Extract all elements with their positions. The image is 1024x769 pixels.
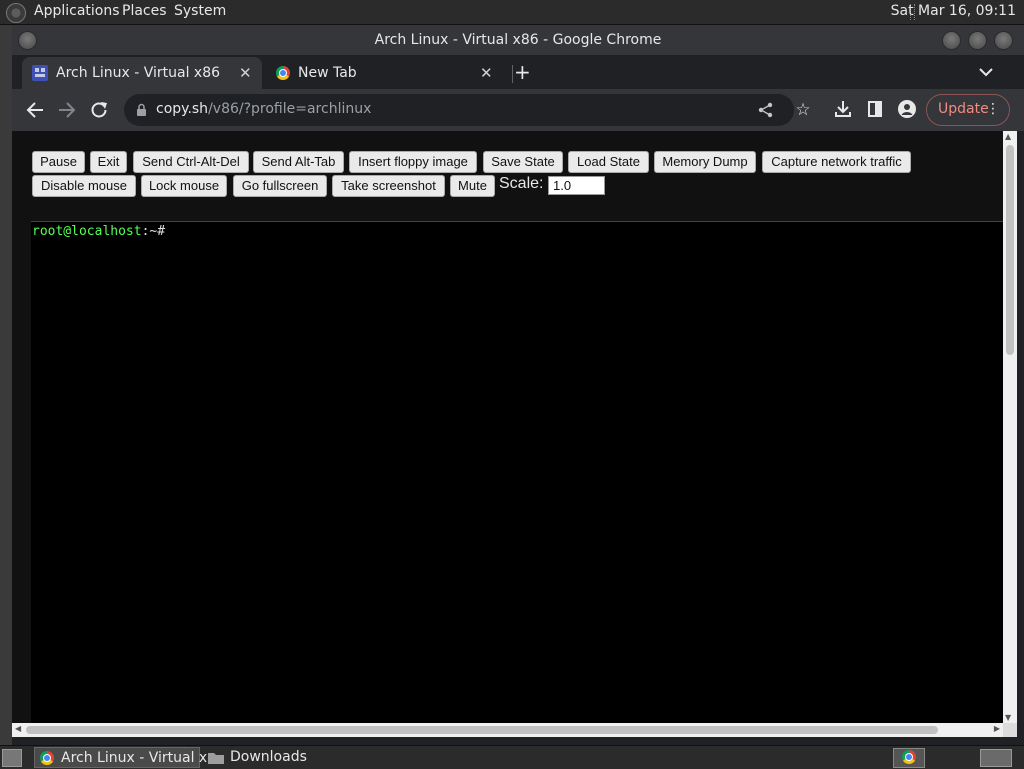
taskbar-item-label: Downloads [230, 749, 307, 765]
update-button[interactable]: Update ⋮ [926, 94, 1010, 126]
scroll-right-icon[interactable]: ▶ [994, 724, 1000, 733]
pause-button[interactable]: Pause [32, 151, 85, 173]
minimize-icon[interactable] [942, 31, 961, 50]
tab-label: Arch Linux - Virtual x86 [56, 65, 221, 81]
url-host: copy.sh [156, 101, 209, 117]
address-bar[interactable]: copy.sh/v86/?profile=archlinux [124, 94, 794, 126]
taskbar: Arch Linux - Virtual x... Downloads [0, 745, 1024, 769]
taskbar-item-label: Arch Linux - Virtual x... [61, 750, 221, 766]
scroll-left-icon[interactable]: ◀ [15, 724, 21, 733]
prompt-suffix: :~# [141, 224, 166, 239]
disable-mouse-button[interactable]: Disable mouse [32, 175, 136, 197]
mute-button[interactable]: Mute [450, 175, 495, 197]
chrome-icon [40, 751, 54, 765]
page-content: Pause Exit Send Ctrl-Alt-Del Send Alt-Ta… [12, 131, 1003, 724]
scroll-down-icon[interactable]: ▼ [1005, 713, 1011, 722]
new-tab-plus-icon[interactable]: + [514, 60, 531, 84]
share-icon[interactable] [758, 102, 774, 118]
go-fullscreen-button[interactable]: Go fullscreen [233, 175, 327, 197]
tab-search-chevron-icon[interactable] [979, 68, 993, 77]
insert-floppy-image-button[interactable]: Insert floppy image [349, 151, 477, 173]
maximize-icon[interactable] [968, 31, 987, 50]
back-arrow-icon[interactable] [26, 101, 44, 119]
send-ctrl-alt-del-button[interactable]: Send Ctrl-Alt-Del [133, 151, 249, 173]
workspace-2[interactable] [980, 749, 1012, 767]
menu-applications[interactable]: Applications [34, 3, 120, 19]
tab-new-tab[interactable]: New Tab ✕ [262, 57, 499, 89]
url-text[interactable]: copy.sh/v86/?profile=archlinux [156, 101, 371, 117]
menu-places[interactable]: Places [122, 3, 167, 19]
distro-logo-icon[interactable] [6, 3, 26, 23]
chrome-favicon-icon [276, 66, 290, 80]
take-screenshot-button[interactable]: Take screenshot [332, 175, 445, 197]
update-label: Update [938, 101, 989, 117]
terminal-prompt: root@localhost:~# [32, 224, 165, 239]
tab-label: New Tab [298, 65, 357, 81]
load-state-button[interactable]: Load State [568, 151, 649, 173]
url-path: /v86/?profile=archlinux [208, 101, 372, 117]
v86-favicon-icon [32, 65, 48, 81]
scrollbar-corner [1003, 723, 1017, 737]
exit-button[interactable]: Exit [90, 151, 127, 173]
show-desktop-icon[interactable] [2, 749, 22, 767]
kebab-menu-icon[interactable]: ⋮ [986, 101, 1000, 117]
scale-label: Scale: [499, 175, 544, 192]
horizontal-scroll-thumb[interactable] [26, 726, 938, 734]
forward-arrow-icon[interactable] [58, 101, 76, 119]
folder-icon [208, 753, 224, 764]
profile-avatar-icon[interactable] [898, 100, 916, 118]
bookmark-star-icon[interactable]: ☆ [791, 98, 815, 122]
desktop-background [0, 25, 12, 745]
capture-network-traffic-button[interactable]: Capture network traffic [762, 151, 911, 173]
window-titlebar[interactable]: Arch Linux - Virtual x86 - Google Chrome [12, 25, 1024, 55]
taskbar-item-chrome[interactable]: Arch Linux - Virtual x... [34, 747, 221, 768]
workspace-switcher[interactable] [893, 748, 925, 768]
lock-mouse-button[interactable]: Lock mouse [141, 175, 227, 197]
menu-system[interactable]: System [174, 3, 226, 19]
system-top-panel: Applications Places System Sat Mar 16, 0… [0, 0, 1024, 25]
clock[interactable]: Sat Mar 16, 09:11 [891, 3, 1016, 19]
prompt-user-host: root@localhost [32, 224, 142, 239]
reload-icon[interactable] [90, 101, 108, 119]
send-alt-tab-button[interactable]: Send Alt-Tab [253, 151, 344, 173]
download-icon[interactable] [835, 100, 851, 118]
close-window-icon[interactable] [994, 31, 1013, 50]
vertical-scroll-thumb[interactable] [1006, 145, 1014, 355]
scale-input[interactable] [548, 176, 605, 195]
lock-icon[interactable] [136, 103, 147, 117]
close-tab-icon[interactable]: ✕ [480, 64, 493, 82]
browser-toolbar: copy.sh/v86/?profile=archlinux ☆ Update … [12, 89, 1024, 131]
save-state-button[interactable]: Save State [483, 151, 563, 173]
close-tab-icon[interactable]: ✕ [239, 64, 252, 82]
taskbar-item-downloads[interactable]: Downloads [204, 747, 364, 768]
scroll-up-icon[interactable]: ▲ [1005, 132, 1011, 141]
side-panel-icon[interactable] [868, 101, 882, 117]
emulator-screen[interactable]: root@localhost:~# [31, 221, 1003, 724]
browser-window: Arch Linux - Virtual x86 - Google Chrome… [12, 25, 1024, 745]
window-title: Arch Linux - Virtual x86 - Google Chrome [374, 32, 662, 48]
tab-separator [512, 65, 513, 83]
chrome-icon [902, 750, 916, 764]
tab-strip: Arch Linux - Virtual x86 ✕ New Tab ✕ + [12, 55, 1024, 89]
horizontal-scrollbar[interactable]: ◀ ▶ [12, 723, 1003, 737]
vertical-scrollbar[interactable]: ▲ ▼ [1003, 131, 1017, 723]
tab-arch-linux[interactable]: Arch Linux - Virtual x86 ✕ [22, 57, 262, 89]
memory-dump-button[interactable]: Memory Dump [654, 151, 756, 173]
